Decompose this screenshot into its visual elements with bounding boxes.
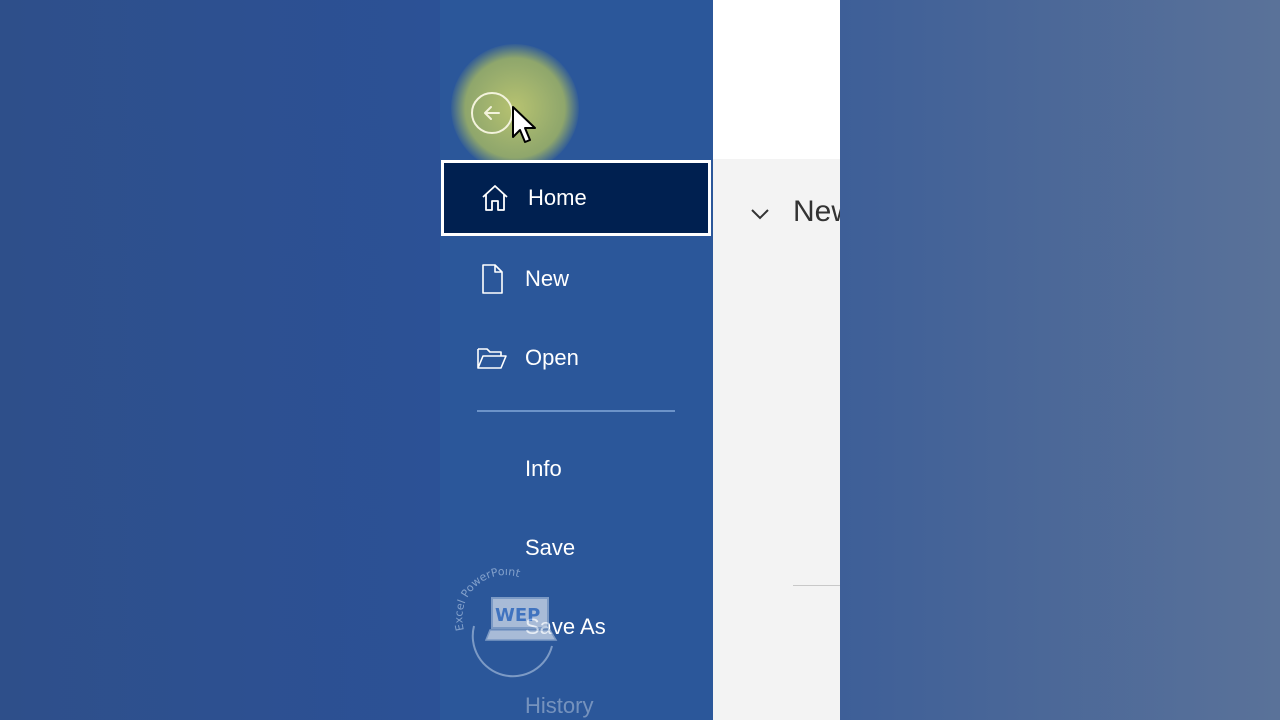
arrow-left-circle-icon [484, 106, 500, 120]
mouse-cursor-icon [512, 106, 536, 143]
open-folder-icon [477, 348, 507, 369]
blurred-background-right [840, 0, 1280, 720]
blurred-background-left [0, 0, 440, 720]
nav-label-home: Home [528, 185, 587, 210]
main-header-area [713, 0, 840, 159]
nav-item-open[interactable]: Open [441, 320, 711, 396]
nav-divider [477, 410, 675, 412]
new-document-icon [482, 264, 503, 294]
nav-label-save: Save [525, 535, 576, 560]
watermark-logo: Excel PowerPoint WEP [452, 568, 558, 678]
nav-label-open: Open [525, 345, 579, 370]
nav-item-info[interactable]: Info [441, 431, 711, 507]
main-content-area [713, 159, 840, 720]
back-button[interactable] [471, 92, 513, 134]
section-title-new: New [793, 195, 840, 228]
nav-label-new: New [525, 266, 570, 291]
nav-label-info: Info [525, 456, 562, 481]
home-icon [482, 185, 508, 211]
chevron-down-icon[interactable] [748, 202, 772, 226]
nav-item-home[interactable]: Home [441, 160, 711, 236]
nav-label-history: History [525, 693, 594, 718]
watermark-logo-text: WEP [495, 605, 540, 626]
content-divider [793, 585, 840, 586]
nav-item-new[interactable]: New [441, 241, 711, 317]
